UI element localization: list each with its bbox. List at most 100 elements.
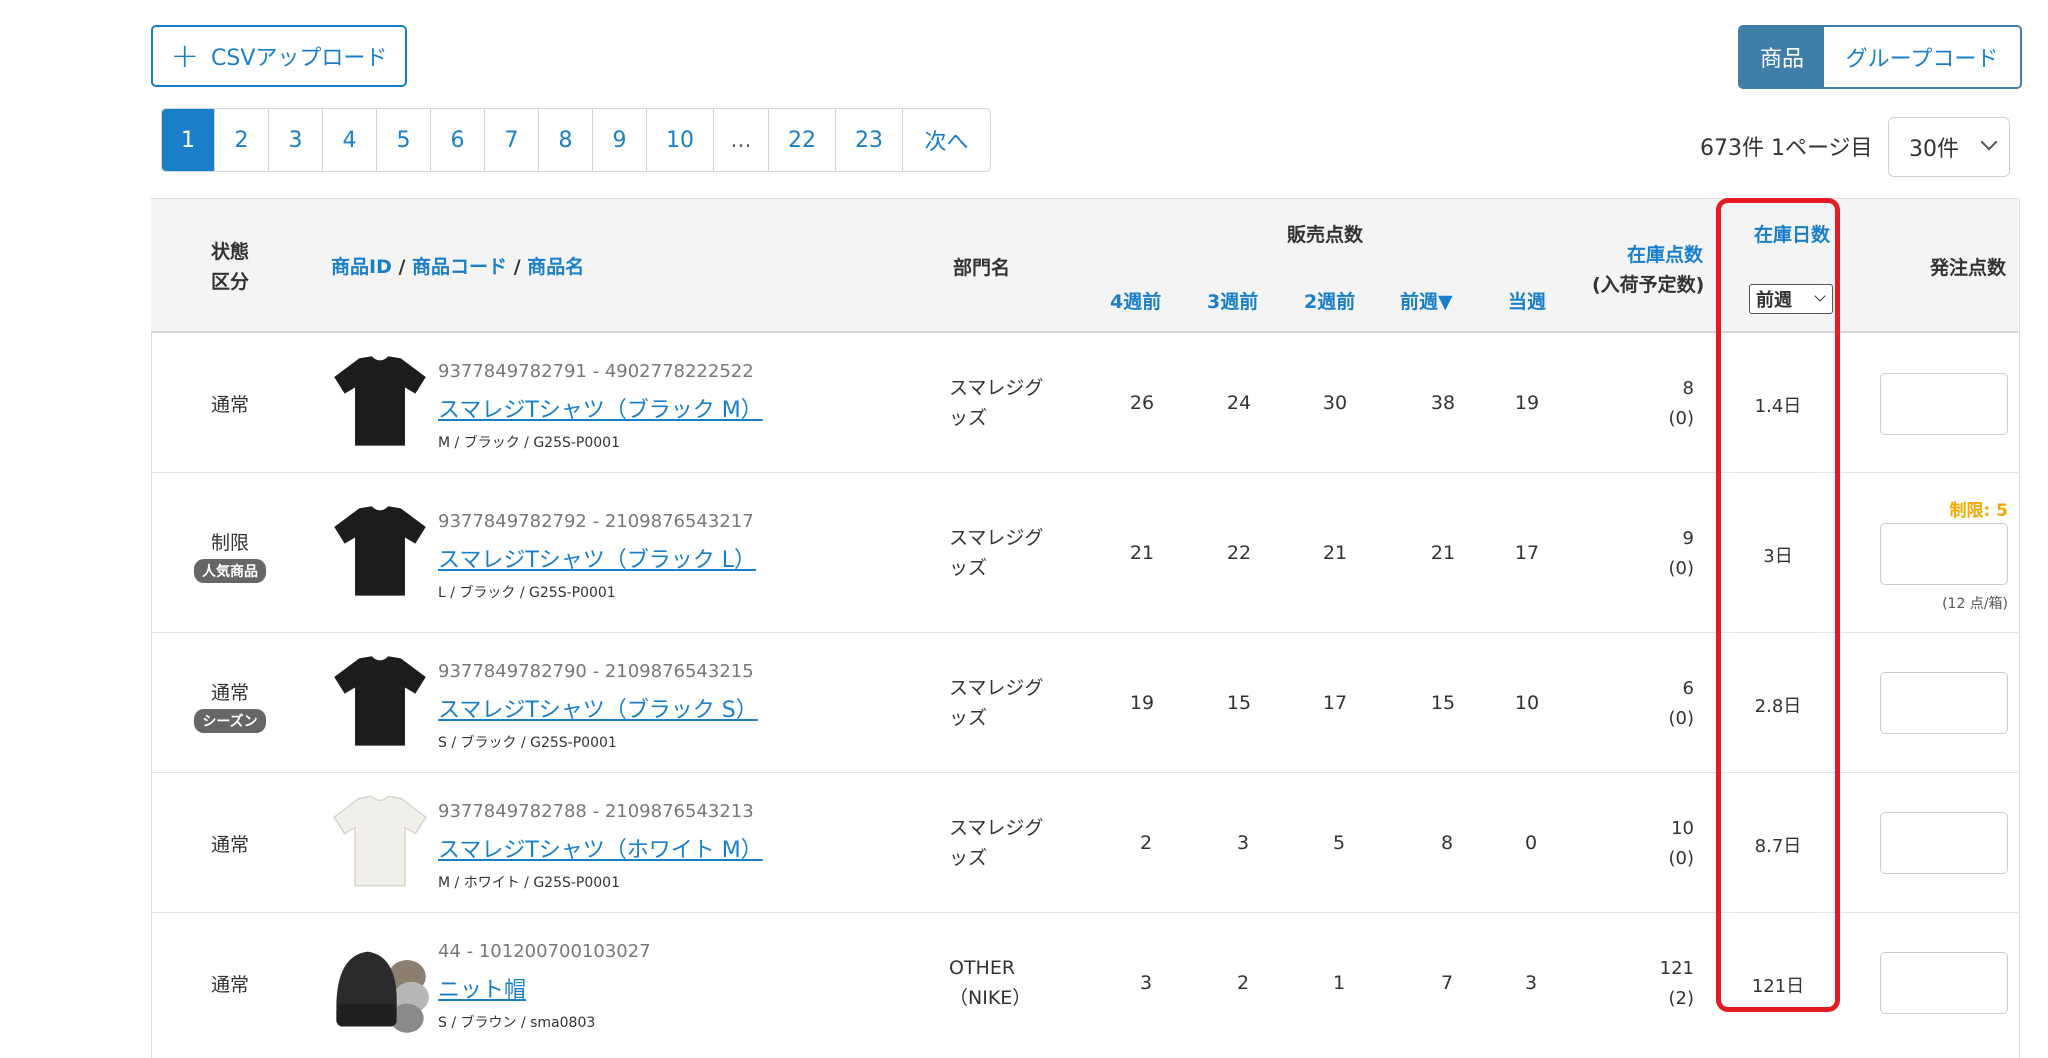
per-page-value: 30件	[1909, 137, 1959, 162]
page-ellipsis: ...	[714, 109, 769, 171]
product-name-link[interactable]: ニット帽	[438, 972, 526, 1004]
order-qty-input[interactable]	[1880, 523, 2008, 585]
status-text: 通常	[210, 974, 249, 996]
department-name: スマレジグ ッズ	[949, 813, 1043, 873]
department-line1: スマレジグ	[949, 817, 1044, 839]
page-4[interactable]: 4	[323, 109, 377, 171]
department-line1: スマレジグ	[949, 527, 1044, 549]
page-2[interactable]: 2	[215, 109, 269, 171]
department-line1: スマレジグ	[949, 677, 1044, 699]
sales-week-3: 2	[1236, 972, 1250, 994]
page-9[interactable]: 9	[593, 109, 647, 171]
per-page-select[interactable]: 30件	[1888, 117, 2010, 177]
sales-week-2: 21	[1322, 542, 1348, 564]
product-ids: 9377849782791 - 4902778222522	[438, 361, 754, 382]
order-qty-input[interactable]	[1880, 952, 2008, 1014]
row-divider	[151, 772, 2018, 773]
incoming-value: (2)	[1668, 988, 1695, 1009]
sort-stock-days[interactable]: 在庫日数	[1754, 220, 1830, 247]
sort-week-3[interactable]: 3週前	[1207, 287, 1258, 314]
toggle-group-code[interactable]: グループコード	[1824, 27, 2020, 87]
tshirt-white-image	[333, 795, 427, 887]
page-6[interactable]: 6	[431, 109, 485, 171]
sales-last-week: 8	[1440, 832, 1454, 854]
stock-days: 2.8日	[1754, 696, 1802, 717]
sales-week-2: 17	[1322, 692, 1348, 714]
stock-qty: 6 (0)	[1624, 674, 1695, 734]
toggle-product[interactable]: 商品	[1740, 27, 1824, 87]
order-qty-input[interactable]	[1880, 373, 2008, 435]
stock-days: 3日	[1763, 546, 1793, 567]
order-qty-input[interactable]	[1880, 672, 2008, 734]
sales-this-week: 17	[1514, 542, 1540, 564]
stock-days-period-select[interactable]: 前週	[1749, 284, 1833, 314]
sales-week-3: 3	[1236, 832, 1250, 854]
product-name-link[interactable]: スマレジTシャツ（ホワイト M）	[438, 832, 763, 864]
page-3[interactable]: 3	[269, 109, 323, 171]
status-text: 通常	[210, 682, 249, 704]
row-divider	[151, 632, 2018, 633]
status-text: 通常	[210, 394, 249, 416]
order-limit-label: 制限: 5	[1949, 501, 2008, 521]
stock-value: 121	[1659, 958, 1694, 979]
csv-upload-label: CSVアップロード	[211, 46, 388, 71]
csv-upload-button[interactable]: + CSVアップロード	[151, 25, 407, 87]
next-page-button[interactable]: 次へ	[903, 109, 990, 171]
status-cell: 通常 シーズン	[150, 678, 310, 733]
product-name-link[interactable]: スマレジTシャツ（ブラック S）	[438, 692, 758, 724]
pagination: 1 2 3 4 5 6 7 8 9 10 ... 22 23 次へ	[161, 108, 991, 172]
header-separator: /	[513, 256, 521, 278]
sales-week-3: 22	[1226, 542, 1252, 564]
department-line2: ッズ	[949, 557, 988, 579]
header-status-line1: 状態	[210, 241, 249, 263]
status-text: 制限	[210, 532, 249, 554]
page-22[interactable]: 22	[769, 109, 836, 171]
row-divider	[151, 472, 2018, 473]
stock-days: 1.4日	[1754, 396, 1802, 417]
sort-stock-qty[interactable]: 在庫点数	[1627, 240, 1703, 267]
department-line2: ッズ	[949, 707, 988, 729]
header-department: 部門名	[953, 257, 1011, 279]
page-23[interactable]: 23	[836, 109, 903, 171]
sort-product-id[interactable]: 商品ID	[331, 256, 392, 278]
incoming-value: (0)	[1668, 408, 1695, 429]
product-meta: M / ブラック / G25S-P0001	[438, 435, 620, 451]
sales-this-week: 10	[1514, 692, 1540, 714]
page-5[interactable]: 5	[377, 109, 431, 171]
product-name-link[interactable]: スマレジTシャツ（ブラック L）	[438, 542, 756, 574]
department-line2: ッズ	[949, 847, 988, 869]
sales-week-4: 3	[1139, 972, 1153, 994]
page-7[interactable]: 7	[485, 109, 539, 171]
header-separator: /	[398, 256, 406, 278]
page-10[interactable]: 10	[647, 109, 714, 171]
stock-value: 10	[1671, 818, 1694, 839]
sort-product-name[interactable]: 商品名	[527, 256, 584, 278]
stock-qty: 9 (0)	[1624, 524, 1695, 584]
header-status-line2: 区分	[210, 271, 249, 293]
page-8[interactable]: 8	[539, 109, 593, 171]
chevron-down-icon	[1814, 290, 1826, 302]
status-badge: 人気商品	[194, 559, 266, 583]
sales-week-4: 2	[1139, 832, 1153, 854]
sort-last-week[interactable]: 前週▼	[1400, 287, 1453, 314]
sort-this-week[interactable]: 当週	[1508, 287, 1546, 314]
stock-days: 8.7日	[1754, 836, 1802, 857]
order-qty-input[interactable]	[1880, 812, 2008, 874]
department-line2: （NIKE）	[949, 987, 1032, 1009]
tshirt-black-image	[334, 506, 426, 596]
header-status: 状態 区分	[210, 237, 250, 297]
sort-week-2[interactable]: 2週前	[1304, 287, 1355, 314]
product-meta: S / ブラウン / sma0803	[438, 1015, 596, 1031]
product-name-link[interactable]: スマレジTシャツ（ブラック M）	[438, 392, 763, 424]
stock-days-period-value: 前週	[1756, 290, 1792, 311]
sort-product-code[interactable]: 商品コード	[412, 256, 507, 278]
stock-qty: 8 (0)	[1624, 374, 1695, 434]
sales-week-3: 24	[1226, 392, 1252, 414]
header-sales-qty: 販売点数	[1287, 224, 1364, 246]
product-ids: 9377849782788 - 2109876543213	[438, 801, 754, 822]
plus-icon: +	[170, 36, 200, 76]
sort-week-4[interactable]: 4週前	[1110, 287, 1161, 314]
page-1[interactable]: 1	[162, 109, 215, 171]
sales-week-3: 15	[1226, 692, 1252, 714]
product-ids: 44 - 101200700103027	[438, 941, 651, 962]
